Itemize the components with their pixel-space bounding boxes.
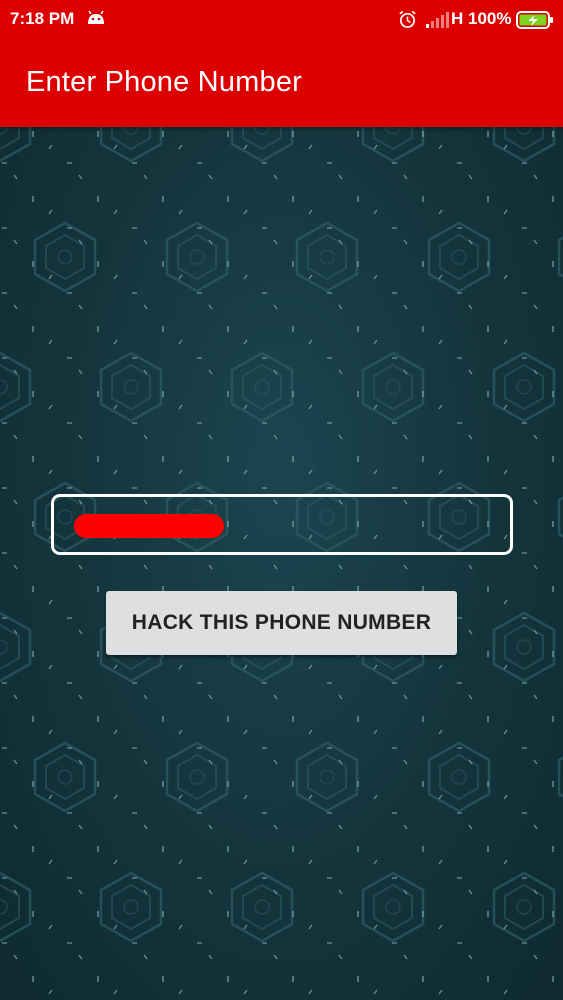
phone-number-field[interactable] (51, 494, 513, 555)
network-type: H (451, 9, 464, 28)
signal-icon (426, 12, 449, 28)
status-time: 7:18 PM (10, 9, 75, 28)
hack-phone-number-button[interactable]: HACK THIS PHONE NUMBER (106, 591, 457, 655)
app-bar: 7:18 PM H 100% Enter Phone Number (0, 0, 563, 127)
wallpaper-pattern (0, 127, 563, 1000)
page-title: Enter Phone Number (26, 66, 303, 98)
battery-charging-icon (516, 11, 553, 29)
redacted-phone-number (74, 514, 224, 538)
alarm-icon (399, 10, 416, 28)
battery-percent: 100% (468, 9, 512, 28)
status-bar: 7:18 PM H 100% (0, 0, 563, 40)
android-notification-icon (88, 10, 104, 24)
background-pattern (0, 127, 563, 1000)
